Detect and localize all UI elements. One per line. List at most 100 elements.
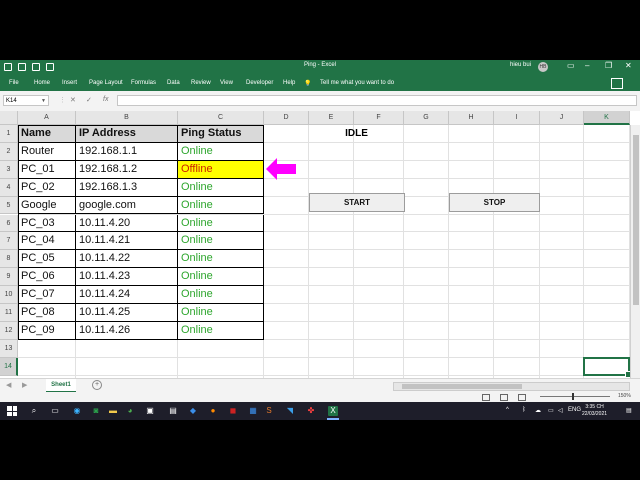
table-header-cell[interactable]: IP Address bbox=[76, 125, 178, 143]
row-header-6[interactable]: 6 bbox=[0, 214, 18, 233]
ping-status-cell[interactable]: Online bbox=[178, 268, 264, 287]
ping-status-cell[interactable]: Online bbox=[178, 214, 264, 233]
sheet-tab[interactable]: Sheet1 bbox=[46, 379, 76, 393]
column-header-b[interactable]: B bbox=[76, 111, 178, 125]
app-icon[interactable]: ◙ bbox=[91, 406, 101, 416]
clock[interactable]: 3:35 CH 22/03/2021 bbox=[582, 404, 607, 418]
row-header-7[interactable]: 7 bbox=[0, 232, 18, 251]
column-header-c[interactable]: C bbox=[178, 111, 264, 125]
tab-home[interactable]: Home bbox=[34, 80, 50, 86]
table-cell[interactable]: PC_05 bbox=[18, 250, 76, 269]
row-header-4[interactable]: 4 bbox=[0, 178, 18, 197]
excel-icon[interactable]: X bbox=[328, 406, 338, 416]
row-header-3[interactable]: 3 bbox=[0, 160, 18, 179]
table-cell[interactable]: PC_02 bbox=[18, 178, 76, 197]
tab-help[interactable]: Help bbox=[283, 80, 295, 86]
row-header-5[interactable]: 5 bbox=[0, 196, 18, 215]
table-cell[interactable]: 192.168.1.3 bbox=[76, 178, 178, 197]
chevron-down-icon[interactable]: ▼ bbox=[41, 96, 46, 107]
table-cell[interactable]: 10.11.4.20 bbox=[76, 214, 178, 233]
table-header-cell[interactable]: Name bbox=[18, 125, 76, 143]
table-cell[interactable]: 10.11.4.23 bbox=[76, 268, 178, 287]
row-header-12[interactable]: 12 bbox=[0, 321, 18, 340]
network-icon[interactable]: ▭ bbox=[548, 407, 554, 414]
table-cell[interactable]: PC_03 bbox=[18, 214, 76, 233]
maximize-icon[interactable]: ❐ bbox=[605, 61, 612, 70]
stop-button[interactable]: STOP bbox=[449, 192, 540, 212]
row-header-9[interactable]: 9 bbox=[0, 268, 18, 287]
column-header-h[interactable]: H bbox=[449, 111, 494, 125]
task-view-icon[interactable]: ▭ bbox=[50, 406, 60, 416]
row-header-2[interactable]: 2 bbox=[0, 142, 18, 161]
zoom-level[interactable]: 150% bbox=[618, 393, 631, 399]
vscode-icon[interactable]: ◥ bbox=[285, 406, 295, 416]
row-header-14[interactable]: 14 bbox=[0, 357, 18, 376]
tray-chevron-icon[interactable]: ^ bbox=[506, 407, 509, 413]
table-cell[interactable]: 192.168.1.1 bbox=[76, 142, 178, 161]
chrome-icon[interactable]: ◕ bbox=[125, 406, 135, 416]
file-explorer-icon[interactable]: ▬ bbox=[108, 406, 118, 416]
table-cell[interactable]: PC_08 bbox=[18, 304, 76, 322]
enter-icon[interactable]: ✓ bbox=[86, 96, 92, 104]
insert-function-icon[interactable]: fx bbox=[103, 96, 108, 103]
language-indicator[interactable]: ENG bbox=[568, 407, 581, 413]
tab-insert[interactable]: Insert bbox=[62, 80, 77, 86]
table-cell[interactable]: PC_09 bbox=[18, 321, 76, 340]
sublime-icon[interactable]: S bbox=[264, 406, 274, 416]
column-header-f[interactable]: F bbox=[354, 111, 404, 125]
tab-developer[interactable]: Developer bbox=[246, 80, 273, 86]
ribbon-display-icon[interactable]: ▭ bbox=[567, 61, 575, 70]
app-icon-4[interactable]: ● bbox=[208, 406, 218, 416]
table-cell[interactable]: PC_07 bbox=[18, 286, 76, 304]
terminal-icon[interactable]: ▤ bbox=[168, 406, 178, 416]
ping-status-cell[interactable]: Online bbox=[178, 142, 264, 161]
table-cell[interactable]: Router bbox=[18, 142, 76, 161]
column-header-e[interactable]: E bbox=[309, 111, 354, 125]
table-cell[interactable]: Google bbox=[18, 196, 76, 215]
speaker-icon[interactable]: ◁ bbox=[558, 407, 563, 414]
normal-view-icon[interactable] bbox=[482, 394, 490, 401]
edge-icon[interactable]: ◉ bbox=[72, 406, 82, 416]
ping-status-cell[interactable]: Online bbox=[178, 250, 264, 269]
bluetooth-icon[interactable]: ᛒ bbox=[522, 407, 526, 413]
tab-formulas[interactable]: Formulas bbox=[131, 80, 156, 86]
sheet-prev-icon[interactable]: ◀ bbox=[6, 381, 11, 389]
cancel-icon[interactable]: ✕ bbox=[70, 96, 76, 104]
horizontal-scrollbar[interactable] bbox=[393, 382, 630, 391]
row-header-1[interactable]: 1 bbox=[0, 125, 18, 143]
table-cell[interactable]: 10.11.4.22 bbox=[76, 250, 178, 269]
column-header-k[interactable]: K bbox=[584, 111, 630, 125]
add-sheet-icon[interactable]: + bbox=[92, 380, 102, 390]
name-box[interactable]: K14 ▼ bbox=[3, 95, 49, 106]
search-icon[interactable]: ⌕ bbox=[29, 406, 39, 416]
row-header-8[interactable]: 8 bbox=[0, 250, 18, 269]
ping-status-cell[interactable]: Online bbox=[178, 286, 264, 304]
column-header-d[interactable]: D bbox=[264, 111, 309, 125]
tab-file[interactable]: File bbox=[9, 80, 19, 86]
vertical-scrollbar[interactable] bbox=[630, 125, 640, 378]
zoom-knob[interactable] bbox=[572, 393, 574, 400]
ping-status-cell[interactable]: Online bbox=[178, 196, 264, 215]
app-icon-3[interactable]: ◆ bbox=[188, 406, 198, 416]
table-cell[interactable]: PC_06 bbox=[18, 268, 76, 287]
zoom-slider[interactable] bbox=[540, 393, 610, 400]
windows-start-icon[interactable] bbox=[7, 406, 17, 416]
active-cell[interactable] bbox=[583, 356, 632, 378]
start-button[interactable]: START bbox=[309, 192, 405, 212]
formula-input[interactable] bbox=[117, 95, 637, 106]
table-header-cell[interactable]: Ping Status bbox=[178, 125, 264, 143]
scroll-thumb[interactable] bbox=[633, 135, 639, 305]
table-cell[interactable]: 10.11.4.26 bbox=[76, 321, 178, 340]
cloud-icon[interactable]: ☁ bbox=[535, 407, 541, 414]
ping-status-cell[interactable]: Online bbox=[178, 232, 264, 251]
table-cell[interactable]: PC_04 bbox=[18, 232, 76, 251]
ping-status-cell[interactable]: Offline bbox=[178, 160, 264, 179]
tell-me-search[interactable]: Tell me what you want to do bbox=[320, 80, 394, 86]
ping-status-cell[interactable]: Online bbox=[178, 178, 264, 197]
column-header-j[interactable]: J bbox=[540, 111, 584, 125]
table-cell[interactable]: google.com bbox=[76, 196, 178, 215]
tab-view[interactable]: View bbox=[220, 80, 233, 86]
ping-status-cell[interactable]: Online bbox=[178, 304, 264, 322]
tab-data[interactable]: Data bbox=[167, 80, 180, 86]
scroll-thumb[interactable] bbox=[402, 384, 522, 389]
